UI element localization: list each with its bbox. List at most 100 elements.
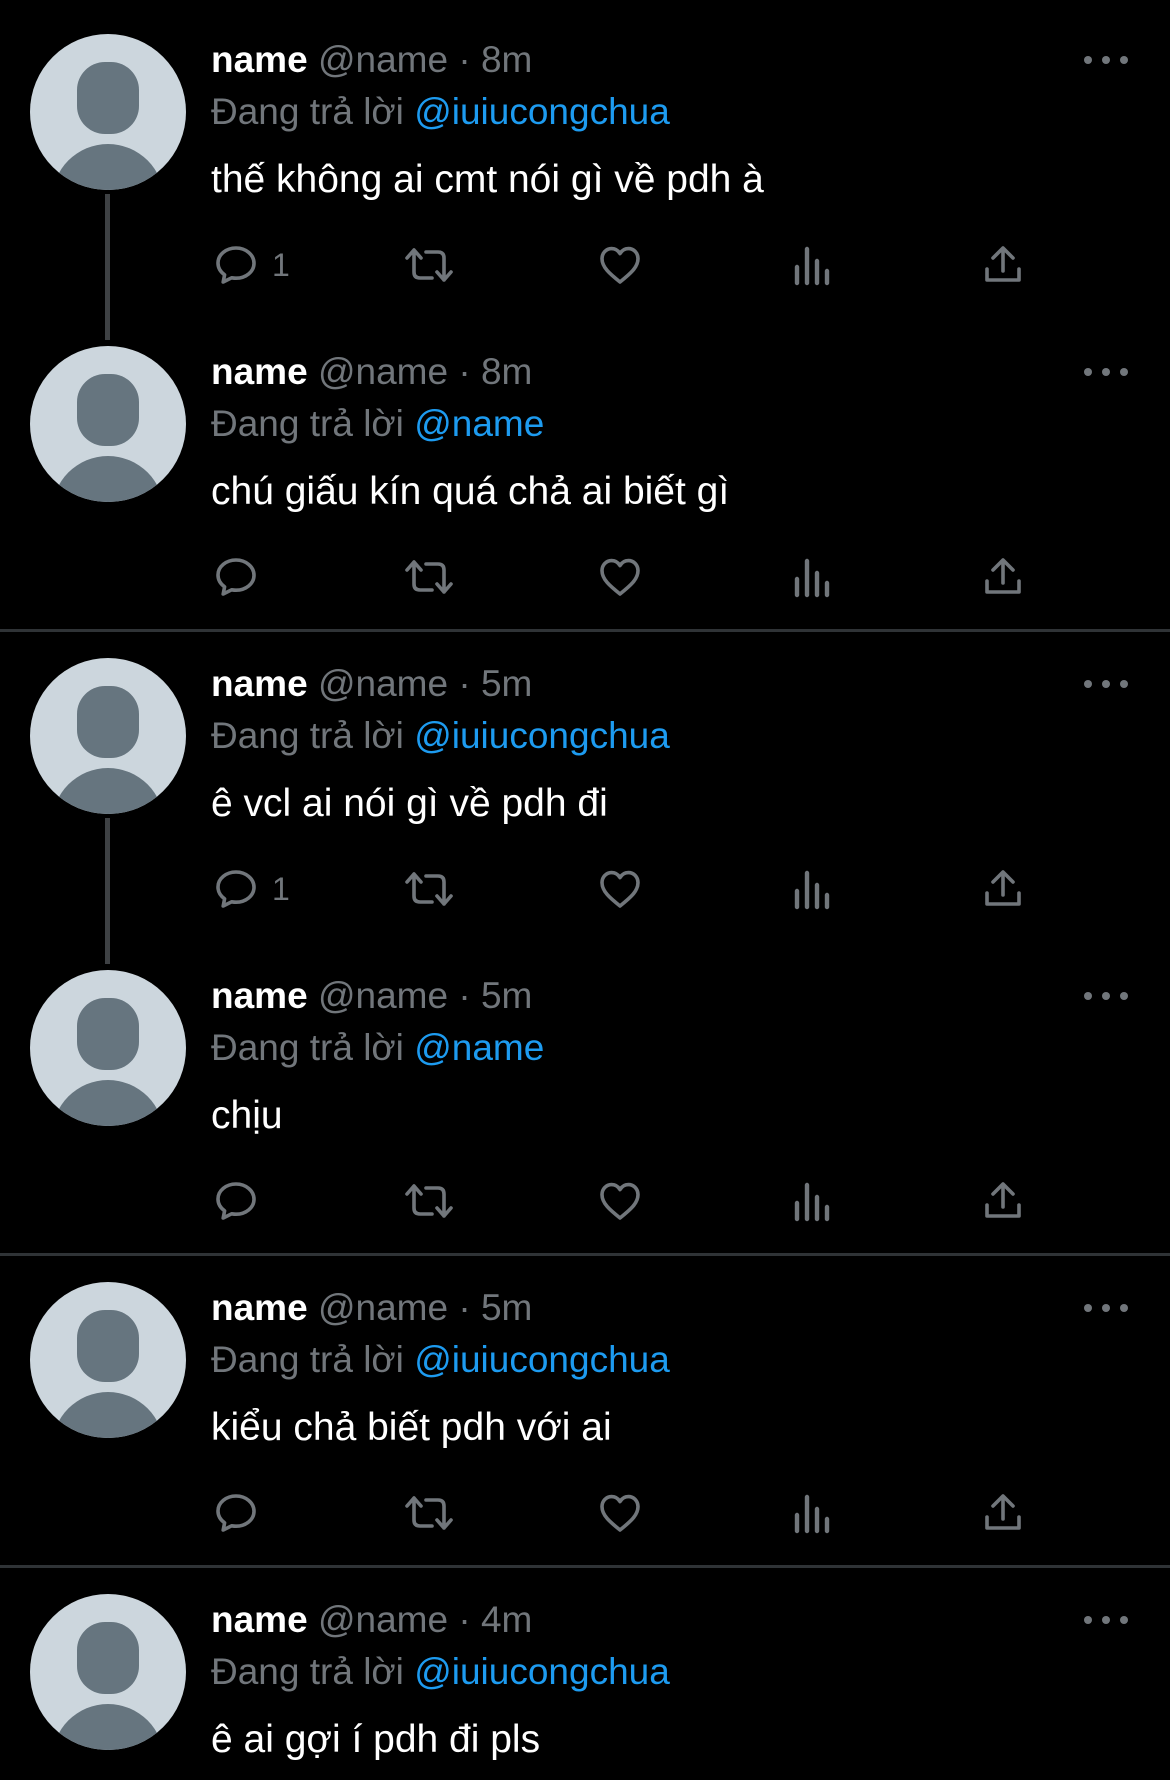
more-icon[interactable]: [1084, 1604, 1128, 1636]
tweet[interactable]: name @name · 8m Đang trả lời @name chú g…: [0, 312, 1170, 624]
handle: @name: [317, 1599, 449, 1640]
share-button[interactable]: [979, 1488, 1027, 1538]
retweet-icon: [405, 1496, 453, 1530]
reply-count: 1: [272, 247, 290, 283]
tweet[interactable]: name @name · 8m Đang trả lời @iuiucongch…: [0, 0, 1170, 312]
reply-context: Đang trả lời @iuiucongchua: [211, 86, 670, 138]
reply-button[interactable]: [212, 1488, 272, 1538]
heart-icon: [600, 1182, 640, 1220]
reply-to-mention[interactable]: @iuiucongchua: [414, 1339, 670, 1380]
views-button[interactable]: [788, 552, 836, 602]
timestamp[interactable]: 4m: [481, 1599, 532, 1640]
timestamp[interactable]: 8m: [481, 39, 532, 80]
tweet-text: ê ai gợi í pdh đi pls: [211, 1718, 541, 1761]
avatar[interactable]: [30, 1282, 186, 1438]
share-button[interactable]: [979, 552, 1027, 602]
avatar[interactable]: [30, 346, 186, 502]
handle: @name: [317, 351, 449, 392]
separator: ·: [458, 39, 471, 80]
separator: ·: [458, 1599, 471, 1640]
avatar[interactable]: [30, 34, 186, 190]
like-button[interactable]: [596, 1488, 644, 1538]
tweet-text: thế không ai cmt nói gì về pdh à: [211, 158, 764, 201]
avatar[interactable]: [30, 1594, 186, 1750]
display-name[interactable]: name: [211, 1287, 308, 1328]
share-button[interactable]: [979, 1176, 1027, 1226]
tweet[interactable]: name @name · 4m Đang trả lời @iuiucongch…: [0, 1560, 1170, 1780]
analytics-icon: [794, 1182, 830, 1222]
tweet[interactable]: name @name · 5m Đang trả lời @name chịu: [0, 936, 1170, 1248]
retweet-button[interactable]: [402, 1488, 456, 1538]
tweet[interactable]: name @name · 5m Đang trả lời @iuiucongch…: [0, 1248, 1170, 1560]
retweet-icon: [405, 560, 453, 594]
retweet-button[interactable]: [402, 864, 456, 914]
tweet-feed: name @name · 8m Đang trả lời @iuiucongch…: [0, 0, 1170, 1780]
reply-context: Đang trả lời @name: [211, 398, 544, 450]
display-name[interactable]: name: [211, 39, 308, 80]
avatar[interactable]: [30, 658, 186, 814]
tweet-header: name @name · 5m: [211, 970, 532, 1022]
timestamp[interactable]: 8m: [481, 351, 532, 392]
display-name[interactable]: name: [211, 975, 308, 1016]
reply-prefix: Đang trả lời: [211, 91, 404, 132]
timestamp[interactable]: 5m: [481, 663, 532, 704]
separator: ·: [458, 975, 471, 1016]
like-button[interactable]: [596, 864, 644, 914]
views-button[interactable]: [788, 1488, 836, 1538]
tweet-header: name @name · 5m: [211, 1282, 532, 1334]
more-icon[interactable]: [1084, 356, 1128, 388]
reply-prefix: Đang trả lời: [211, 403, 404, 444]
retweet-button[interactable]: [402, 1176, 456, 1226]
share-button[interactable]: [979, 864, 1027, 914]
timestamp[interactable]: 5m: [481, 1287, 532, 1328]
reply-to-mention[interactable]: @name: [414, 1027, 544, 1068]
reply-button[interactable]: [212, 552, 272, 602]
share-icon: [985, 870, 1021, 906]
reply-button[interactable]: 1: [212, 864, 290, 914]
display-name[interactable]: name: [211, 1599, 308, 1640]
tweet[interactable]: name @name · 5m Đang trả lời @iuiucongch…: [0, 624, 1170, 936]
reply-to-mention[interactable]: @iuiucongchua: [414, 1651, 670, 1692]
tweet-header: name @name · 5m: [211, 658, 532, 710]
reply-button[interactable]: [212, 1176, 272, 1226]
more-icon[interactable]: [1084, 668, 1128, 700]
reply-prefix: Đang trả lời: [211, 1339, 404, 1380]
views-button[interactable]: [788, 1176, 836, 1226]
views-button[interactable]: [788, 240, 836, 290]
reply-button[interactable]: 1: [212, 240, 290, 290]
retweet-button[interactable]: [402, 240, 456, 290]
reply-context: Đang trả lời @iuiucongchua: [211, 1646, 670, 1698]
reply-icon: [216, 246, 256, 284]
like-button[interactable]: [596, 1176, 644, 1226]
retweet-icon: [405, 872, 453, 906]
reply-to-mention[interactable]: @iuiucongchua: [414, 91, 670, 132]
analytics-icon: [794, 558, 830, 598]
reply-icon: [216, 1182, 256, 1220]
tweet-header: name @name · 4m: [211, 1594, 532, 1646]
reply-context: Đang trả lời @iuiucongchua: [211, 710, 670, 762]
share-icon: [985, 246, 1021, 282]
retweet-button[interactable]: [402, 552, 456, 602]
reply-prefix: Đang trả lời: [211, 1027, 404, 1068]
avatar[interactable]: [30, 970, 186, 1126]
heart-icon: [600, 246, 640, 284]
timestamp[interactable]: 5m: [481, 975, 532, 1016]
reply-prefix: Đang trả lời: [211, 715, 404, 756]
display-name[interactable]: name: [211, 663, 308, 704]
share-button[interactable]: [979, 240, 1027, 290]
views-button[interactable]: [788, 864, 836, 914]
tweet-text: kiểu chả biết pdh với ai: [211, 1406, 612, 1449]
more-icon[interactable]: [1084, 44, 1128, 76]
reply-to-mention[interactable]: @iuiucongchua: [414, 715, 670, 756]
tweet-text: chú giấu kín quá chả ai biết gì: [211, 470, 730, 513]
handle: @name: [317, 1287, 449, 1328]
reply-to-mention[interactable]: @name: [414, 403, 544, 444]
tweet-header: name @name · 8m: [211, 346, 532, 398]
more-icon[interactable]: [1084, 980, 1128, 1012]
retweet-icon: [405, 248, 453, 282]
more-icon[interactable]: [1084, 1292, 1128, 1324]
like-button[interactable]: [596, 240, 644, 290]
like-button[interactable]: [596, 552, 644, 602]
separator: ·: [458, 1287, 471, 1328]
display-name[interactable]: name: [211, 351, 308, 392]
